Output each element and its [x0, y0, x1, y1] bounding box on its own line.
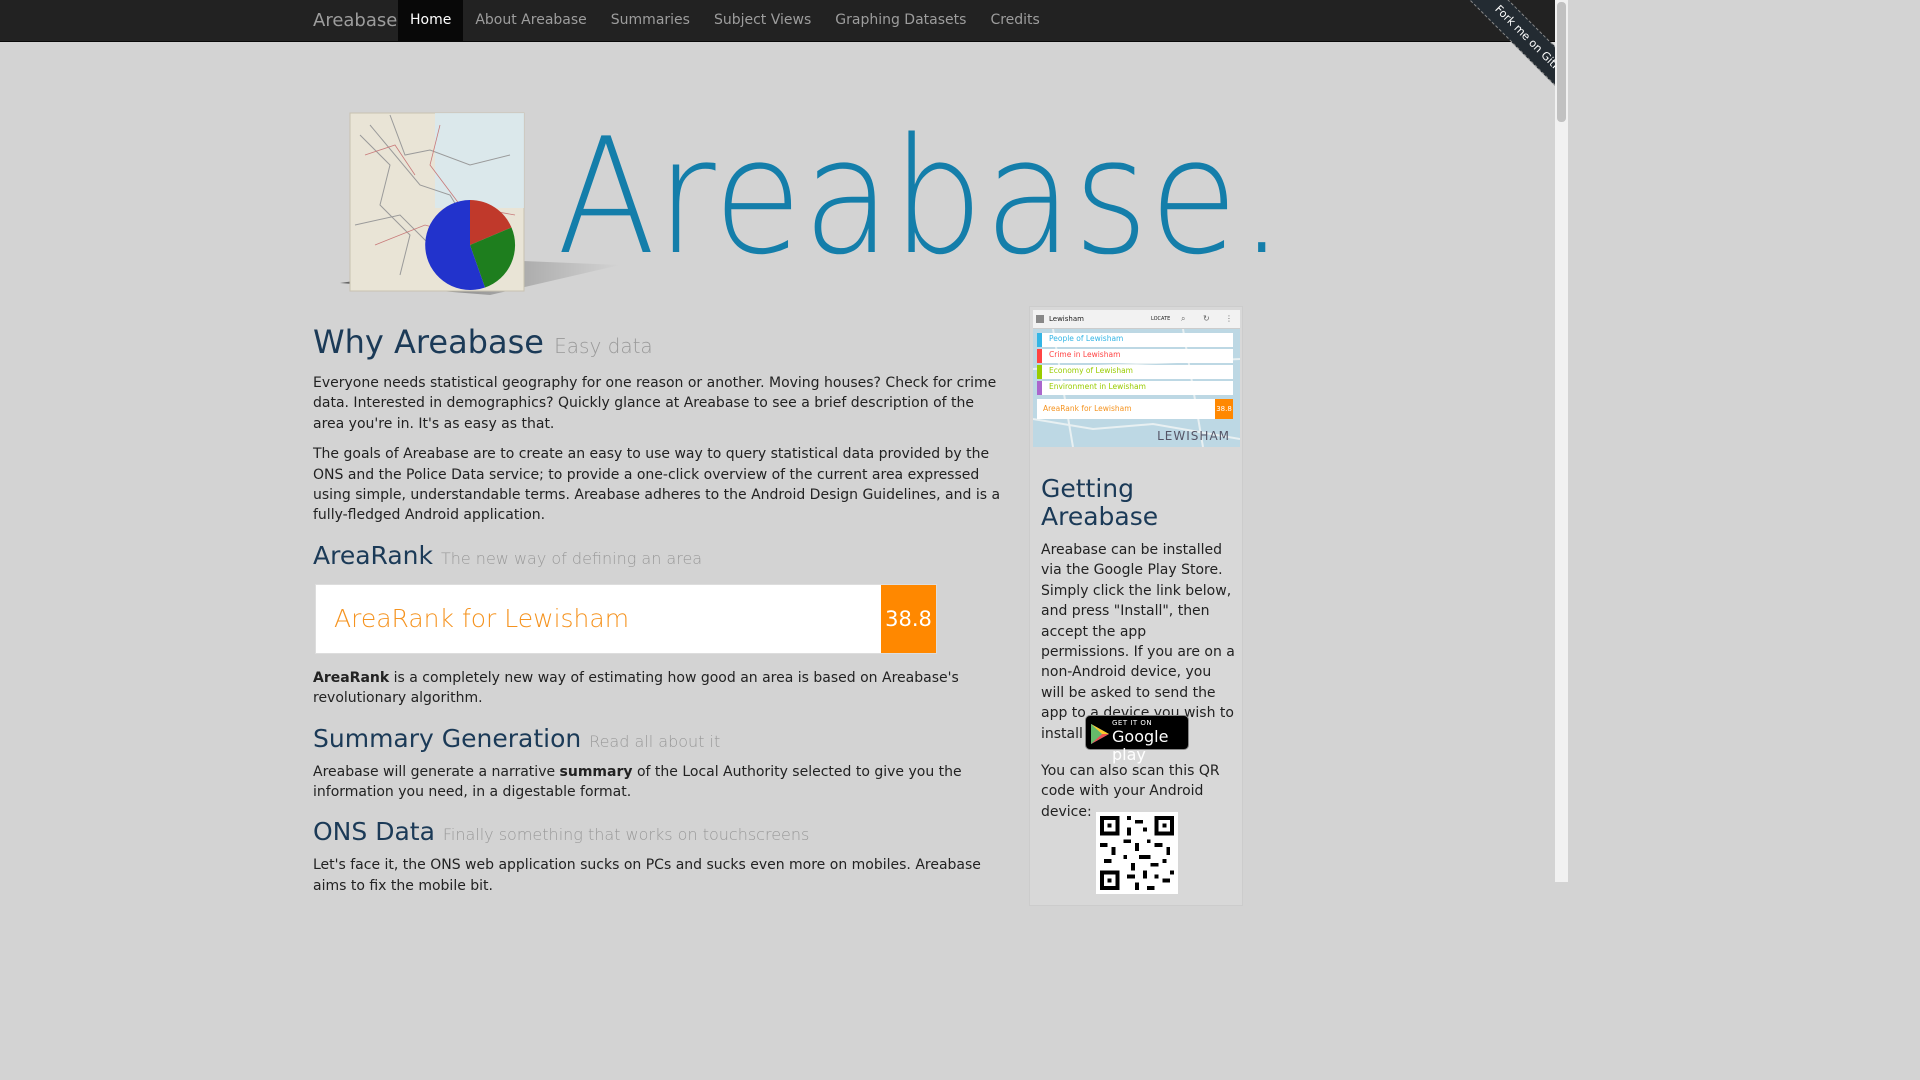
arearank-bold: AreaRank [313, 669, 390, 686]
google-play-icon [1091, 724, 1109, 744]
nav-link-credits[interactable]: Credits [978, 0, 1051, 41]
nav-item-credits[interactable]: Credits [978, 0, 1051, 41]
search-icon: ⌕ [1181, 314, 1186, 323]
arearank-heading: AreaRank The new way of defining an area [313, 539, 1003, 576]
nav-link-home[interactable]: Home [398, 0, 464, 41]
qr-code-image [1096, 812, 1178, 894]
nav-link-about[interactable]: About Areabase [463, 0, 598, 41]
app-screenshot-locate: LOCATE [1151, 316, 1171, 322]
getting-areabase-title: Getting Areabase [1041, 474, 1159, 531]
google-play-small-text: GET IT ON [1112, 719, 1153, 727]
refresh-icon: ↻ [1203, 314, 1210, 323]
why-heading: Why Areabase Easy data [313, 320, 1003, 368]
nav-item-graphing-datasets[interactable]: Graphing Datasets [823, 0, 978, 41]
app-screenshot-map: People of Lewisham Crime in Lewisham Eco… [1033, 329, 1240, 447]
nav-item-about[interactable]: About Areabase [463, 0, 598, 41]
app-card-environment: Environment in Lewisham [1037, 381, 1233, 395]
card-stripe [1037, 365, 1042, 379]
arearank-subtitle: The new way of defining an area [440, 548, 703, 568]
install-instructions: Areabase can be installed via the Google… [1041, 542, 1235, 742]
summary-title: Summary Generation [313, 723, 582, 753]
nav-link-subject-views[interactable]: Subject Views [702, 0, 823, 41]
scrollbar-thumb[interactable] [1557, 2, 1566, 122]
github-ribbon[interactable]: Fork me on GitHub [1459, 0, 1555, 110]
app-card-crime-label: Crime in Lewisham [1049, 350, 1121, 359]
card-stripe [1037, 381, 1042, 395]
card-stripe [1037, 349, 1042, 363]
summary-text-a: Areabase will generate a narrative [313, 763, 560, 780]
nav-item-subject-views[interactable]: Subject Views [702, 0, 823, 41]
map-sea [435, 113, 524, 208]
hero-title: Areabase. [557, 103, 1286, 290]
google-play-badge[interactable]: GET IT ON Google play [1085, 715, 1189, 764]
app-icon [1036, 315, 1044, 323]
why-subtitle: Easy data [554, 334, 653, 358]
summary-paragraph: Areabase will generate a narrative summa… [313, 762, 1003, 803]
summary-heading: Summary Generation Read all about it [313, 722, 1003, 759]
google-play-big-text: Google play [1112, 727, 1169, 764]
nav-link-graphing-datasets[interactable]: Graphing Datasets [823, 0, 978, 41]
page-scrollbar[interactable] [1555, 0, 1568, 882]
summary-subtitle: Read all about it [589, 731, 721, 751]
summary-bold: summary [559, 763, 633, 780]
arearank-widget-score: 38.8 [881, 584, 936, 653]
nav-menu: Home About Areabase Summaries Subject Vi… [398, 0, 1052, 41]
app-screenshot-place: Lewisham [1049, 315, 1084, 323]
app-card-people: People of Lewisham [1037, 333, 1233, 347]
arearank-title: AreaRank [313, 540, 433, 570]
ons-title: ONS Data [313, 817, 435, 847]
app-arearank-score: 38.8 [1215, 399, 1233, 419]
sidebar-well: Lewisham LOCATE ⌕ ↻ ⋮ People of Lewisham… [1029, 306, 1243, 906]
why-title: Why Areabase [313, 323, 544, 361]
app-map-place-label: LEWISHAM [1157, 429, 1230, 443]
app-screenshot-actionbar: Lewisham LOCATE ⌕ ↻ ⋮ [1033, 310, 1240, 329]
app-card-economy: Economy of Lewisham [1037, 365, 1233, 379]
app-card-environment-label: Environment in Lewisham [1049, 382, 1146, 391]
arearank-widget-label: AreaRank for Lewisham [334, 603, 630, 633]
arearank-widget: AreaRank for Lewisham 38.8 [315, 583, 937, 654]
main-content: Why Areabase Easy data Everyone needs st… [313, 320, 1003, 906]
top-navbar: Areabase Home About Areabase Summaries S… [0, 0, 1555, 42]
arearank-text: is a completely new way of estimating ho… [313, 669, 959, 707]
why-paragraph-2: The goals of Areabase are to create an e… [313, 446, 1001, 524]
ons-paragraph: Let's face it, the ONS web application s… [313, 857, 981, 894]
app-card-people-label: People of Lewisham [1049, 334, 1124, 343]
nav-item-summaries[interactable]: Summaries [599, 0, 702, 41]
overflow-menu-icon: ⋮ [1225, 314, 1233, 323]
ons-subtitle: Finally something that works on touchscr… [442, 825, 810, 845]
arearank-paragraph: AreaRank is a completely new way of esti… [313, 668, 1003, 709]
card-stripe [1037, 333, 1042, 347]
app-arearank-card: AreaRank for Lewisham 38.8 [1037, 399, 1233, 419]
nav-link-summaries[interactable]: Summaries [599, 0, 702, 41]
app-screenshot: Lewisham LOCATE ⌕ ↻ ⋮ People of Lewisham… [1033, 310, 1240, 447]
why-paragraph-1: Everyone needs statistical geography for… [313, 375, 997, 432]
brand-link[interactable]: Areabase [313, 0, 397, 41]
app-card-crime: Crime in Lewisham [1037, 349, 1233, 363]
github-ribbon-wrap: Fork me on GitHub [1435, 0, 1555, 110]
app-arearank-label: AreaRank for Lewisham [1043, 404, 1132, 413]
nav-item-home[interactable]: Home [398, 0, 464, 41]
app-card-economy-label: Economy of Lewisham [1049, 366, 1133, 375]
ons-heading: ONS Data Finally something that works on… [313, 815, 1003, 852]
